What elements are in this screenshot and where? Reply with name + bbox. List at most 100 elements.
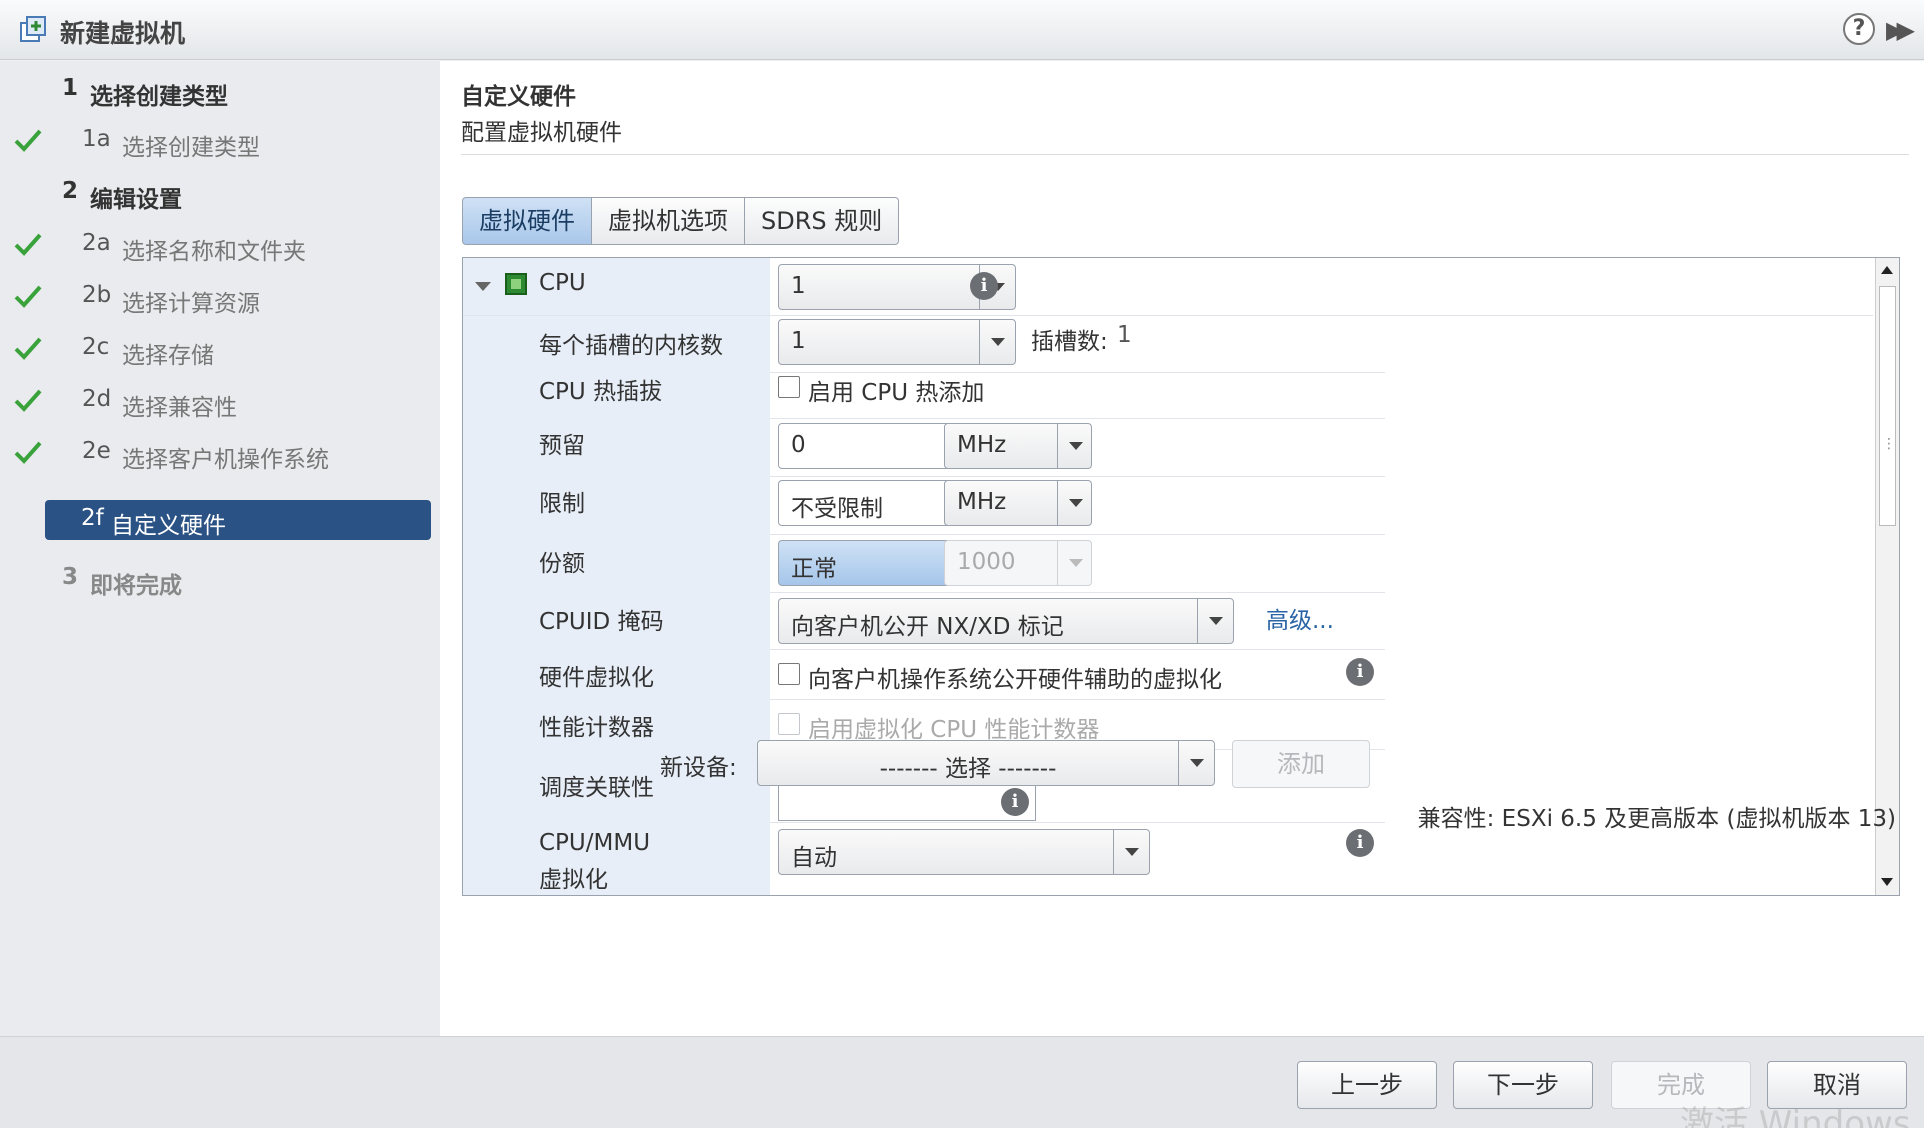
new-vm-icon xyxy=(20,16,46,42)
row-divider xyxy=(770,649,1385,650)
row-divider xyxy=(770,418,1385,419)
nav-step-2b[interactable]: 2b 选择计算资源 xyxy=(0,276,440,320)
row-divider xyxy=(770,476,1385,477)
nav-step-3: 3 即将完成 xyxy=(0,558,440,602)
step-number: 2e xyxy=(82,438,111,464)
step-number: 1 xyxy=(62,75,79,101)
tab-virtual-hardware[interactable]: 虚拟硬件 xyxy=(462,197,592,245)
reservation-unit-value: MHz xyxy=(957,432,1007,458)
chevron-down-icon xyxy=(1057,424,1091,468)
shares-number-input: 1000 xyxy=(944,540,1092,586)
hwvirt-text: 向客户机操作系统公开硬件辅助的虚拟化 xyxy=(808,667,1222,693)
nav-step-2d[interactable]: 2d 选择兼容性 xyxy=(0,380,440,424)
row-divider xyxy=(770,592,1385,593)
cpu-mmu-label-line2: 虚拟化 xyxy=(539,867,608,893)
nav-step-2a[interactable]: 2a 选择名称和文件夹 xyxy=(0,224,440,268)
cpu-section-label: CPU xyxy=(539,270,586,296)
limit-label: 限制 xyxy=(539,491,585,517)
next-button[interactable]: 下一步 xyxy=(1453,1061,1593,1109)
info-icon[interactable]: i xyxy=(970,272,998,300)
step-label: 选择计算资源 xyxy=(122,291,260,317)
info-icon[interactable]: i xyxy=(1346,658,1374,686)
step-number: 2a xyxy=(82,230,111,256)
info-icon[interactable]: i xyxy=(1346,829,1374,857)
grip-dots-icon: ⋮⋮ xyxy=(1882,436,1899,452)
perfcounter-checkbox xyxy=(778,713,800,735)
row-divider xyxy=(770,534,1385,535)
tab-bar: 虚拟硬件 虚拟机选项 SDRS 规则 xyxy=(462,197,900,245)
chevron-down-icon xyxy=(1197,599,1233,643)
reservation-unit-select[interactable]: MHz xyxy=(944,423,1092,469)
nav-step-2e[interactable]: 2e 选择客户机操作系统 xyxy=(0,432,440,476)
hardware-virtualization-label: 硬件虚拟化 xyxy=(539,665,654,691)
checkmark-icon xyxy=(14,233,42,256)
wizard-footer: 上一步 下一步 完成 取消 xyxy=(0,1036,1924,1128)
scheduling-affinity-input[interactable] xyxy=(778,783,1036,821)
cpuid-advanced-link[interactable]: 高级... xyxy=(1266,601,1334,635)
cpu-hotadd-checkbox[interactable] xyxy=(778,376,800,398)
cpu-mmu-select[interactable]: 自动 xyxy=(778,829,1150,875)
header-divider xyxy=(461,154,1909,155)
sockets-value: 1 xyxy=(1117,322,1132,348)
cpu-mmu-value: 自动 xyxy=(791,845,837,871)
reservation-value: 0 xyxy=(791,432,806,458)
double-chevron-right-icon[interactable]: ▶▶ xyxy=(1886,16,1915,44)
step-number: 3 xyxy=(62,564,79,590)
nav-step-2c[interactable]: 2c 选择存储 xyxy=(0,328,440,372)
page-subtitle: 配置虚拟机硬件 xyxy=(461,120,622,146)
step-label: 即将完成 xyxy=(90,573,182,599)
limit-unit-value: MHz xyxy=(957,489,1007,515)
nav-step-2f-active[interactable]: 2f 自定义硬件 xyxy=(45,500,431,540)
scroll-down-arrow-icon[interactable] xyxy=(1876,870,1899,894)
scroll-up-arrow-icon[interactable] xyxy=(1876,258,1899,282)
cpuid-mask-value: 向客户机公开 NX/XD 标记 xyxy=(791,614,1064,640)
activate-windows-watermark: 激活 Windows xyxy=(1680,1104,1911,1128)
cpu-chip-icon xyxy=(505,273,527,295)
nav-step-1a[interactable]: 1a 选择创建类型 xyxy=(0,120,440,164)
nav-step-1: 1 选择创建类型 xyxy=(0,69,440,113)
shares-value: 正常 xyxy=(791,556,837,582)
cores-per-socket-label: 每个插槽的内核数 xyxy=(539,333,723,359)
performance-counter-label: 性能计数器 xyxy=(539,715,654,741)
shares-number-value: 1000 xyxy=(957,549,1016,575)
row-divider xyxy=(463,315,1873,316)
cpu-count-value: 1 xyxy=(791,273,806,299)
scrollbar-thumb[interactable] xyxy=(1879,286,1896,526)
checkmark-icon xyxy=(14,389,42,412)
perfcounter-text: 启用虚拟化 CPU 性能计数器 xyxy=(808,717,1100,743)
cores-per-socket-select[interactable]: 1 xyxy=(778,319,1016,365)
chevron-down-icon xyxy=(1113,830,1149,874)
info-icon[interactable]: i xyxy=(1001,788,1029,816)
row-divider xyxy=(770,822,1385,823)
row-divider xyxy=(770,699,1385,700)
cpuid-mask-select[interactable]: 向客户机公开 NX/XD 标记 xyxy=(778,598,1234,644)
sockets-label: 插槽数: xyxy=(1031,329,1108,355)
shares-label: 份额 xyxy=(539,551,585,577)
cores-per-socket-value: 1 xyxy=(791,328,806,354)
checkmark-icon xyxy=(14,285,42,308)
step-label: 选择兼容性 xyxy=(122,395,237,421)
limit-unit-select[interactable]: MHz xyxy=(944,480,1092,526)
chevron-down-icon xyxy=(1057,481,1091,525)
step-label: 选择客户机操作系统 xyxy=(122,447,329,473)
new-device-label: 新设备: xyxy=(660,755,737,781)
hwvirt-checkbox[interactable] xyxy=(778,663,800,685)
main-content: 自定义硬件 配置虚拟机硬件 虚拟硬件 虚拟机选项 SDRS 规则 CPU 1 i… xyxy=(440,61,1924,1036)
tab-vm-options[interactable]: 虚拟机选项 xyxy=(592,197,745,245)
chevron-down-icon xyxy=(1178,741,1214,785)
cpu-mmu-label-line1: CPU/MMU xyxy=(539,830,651,856)
page-title: 自定义硬件 xyxy=(461,84,576,110)
help-icon[interactable]: ? xyxy=(1843,13,1875,45)
tab-sdrs-rules[interactable]: SDRS 规则 xyxy=(745,197,900,245)
step-label: 选择名称和文件夹 xyxy=(122,239,306,265)
compatibility-text: 兼容性: ESXi 6.5 及更高版本 (虚拟机版本 13) xyxy=(1417,806,1896,832)
new-device-select[interactable]: ------- 选择 ------- xyxy=(757,740,1215,786)
back-button[interactable]: 上一步 xyxy=(1297,1061,1437,1109)
step-label: 选择创建类型 xyxy=(122,135,260,161)
step-number: 1a xyxy=(82,126,111,152)
add-device-button: 添加 xyxy=(1232,740,1370,788)
checkmark-icon xyxy=(14,337,42,360)
chevron-down-icon xyxy=(979,320,1015,364)
cpuid-mask-label: CPUID 掩码 xyxy=(539,609,664,635)
collapse-triangle-icon[interactable] xyxy=(475,282,491,291)
